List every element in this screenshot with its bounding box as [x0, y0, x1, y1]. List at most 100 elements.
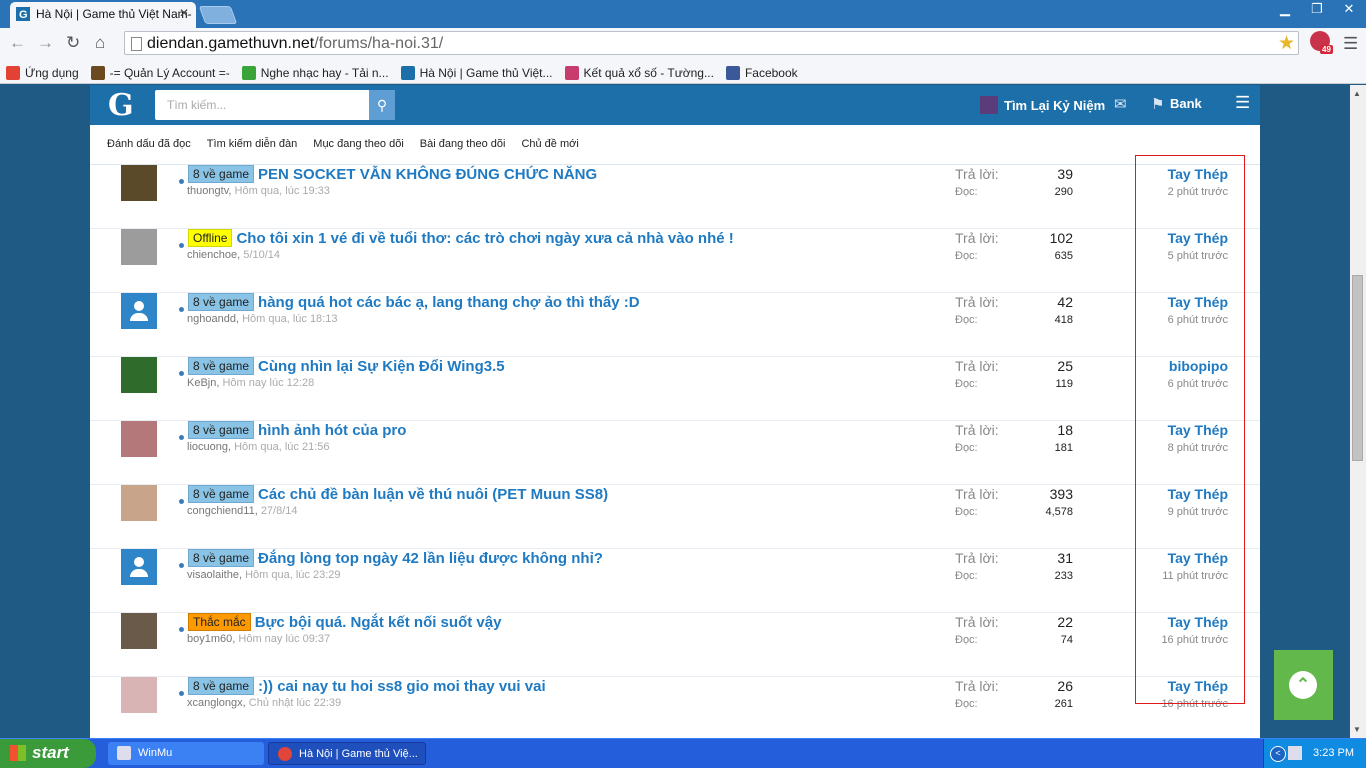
scroll-to-top-button[interactable]: ⌃: [1274, 650, 1333, 720]
forward-arrow-icon[interactable]: →: [37, 33, 54, 53]
thread-author[interactable]: xcanglongx: [187, 697, 243, 709]
thread-date[interactable]: Hôm qua, lúc 21:56: [234, 441, 329, 453]
thread-author-avatar[interactable]: [121, 677, 157, 713]
thread-title-link[interactable]: Bực bội quá. Ngắt kết nối suốt vậy: [255, 614, 502, 631]
reply-count: 39: [1057, 166, 1073, 182]
close-window-icon[interactable]: ✕: [1340, 0, 1358, 18]
thread-prefix-badge[interactable]: 8 về game: [188, 293, 255, 311]
replies-label: Trả lời:: [955, 486, 999, 502]
thread-date[interactable]: Hôm nay lúc 09:37: [238, 633, 330, 645]
inbox-icon[interactable]: ✉: [1114, 95, 1127, 113]
thread-author[interactable]: liocuong: [187, 441, 228, 453]
subnav-link[interactable]: Mục đang theo dõi: [313, 138, 404, 164]
thread-author-avatar[interactable]: [121, 485, 157, 521]
thread-title-link[interactable]: hình ảnh hót của pro: [258, 422, 406, 439]
thread-author-avatar[interactable]: [121, 165, 157, 201]
thread-title-link[interactable]: Cùng nhìn lại Sự Kiện Đổi Wing3.5: [258, 358, 505, 375]
scroll-down-arrow-icon[interactable]: ▼: [1353, 725, 1361, 734]
bookmark-item[interactable]: Nghe nhạc hay - Tải n...: [241, 62, 389, 83]
thread-meta: xcanglongx, Chủ nhật lúc 22:39: [187, 697, 342, 709]
thread-prefix-badge[interactable]: Offline: [188, 229, 233, 247]
reload-icon[interactable]: ↻: [66, 33, 80, 53]
bookmark-item[interactable]: Ứng dụng: [6, 62, 79, 83]
home-icon[interactable]: ⌂: [95, 33, 105, 53]
back-arrow-icon[interactable]: ←: [9, 33, 26, 53]
taskbar-item-chrome[interactable]: Hà Nội | Game thủ Việ...: [268, 742, 426, 765]
thread-title-link[interactable]: Đắng lòng top ngày 42 lần liệu được khôn…: [258, 550, 603, 567]
thread-author[interactable]: chienchoe: [187, 249, 237, 261]
replies-label: Trả lời:: [955, 614, 999, 630]
page-scrollbar[interactable]: ▲ ▼: [1350, 85, 1366, 738]
thread-date[interactable]: Hôm qua, lúc 23:29: [245, 569, 340, 581]
thread-date[interactable]: 27/8/14: [261, 505, 298, 517]
bookmark-star-icon[interactable]: ★: [1278, 32, 1295, 55]
thread-title-link[interactable]: Cho tôi xin 1 vé đi về tuổi thơ: các trò…: [236, 230, 733, 247]
subnav-link[interactable]: Chủ đề mới: [521, 138, 578, 164]
thread-title-link[interactable]: :)) cai nay tu hoi ss8 gio moi thay vui …: [258, 678, 546, 695]
extension-icon[interactable]: 49: [1310, 31, 1333, 54]
subnav-link[interactable]: Tìm kiếm diễn đàn: [207, 138, 297, 164]
thread-date[interactable]: Hôm qua, lúc 19:33: [235, 185, 330, 197]
address-bar[interactable]: diendan.gamethuvn.net/forums/ha-noi.31/ …: [124, 31, 1299, 55]
bank-link[interactable]: Bank: [1170, 96, 1202, 111]
thread-author-avatar[interactable]: [121, 293, 157, 329]
start-button[interactable]: start: [0, 739, 96, 768]
thread-prefix-badge[interactable]: 8 về game: [188, 165, 255, 183]
thread-author-avatar[interactable]: [121, 613, 157, 649]
svg-text:G: G: [19, 9, 28, 21]
thread-title-link[interactable]: Các chủ đề bàn luận về thú nuôi (PET Muu…: [258, 486, 608, 503]
thread-author-avatar[interactable]: [121, 421, 157, 457]
minimize-icon[interactable]: ▁: [1276, 0, 1294, 18]
thread-title-link[interactable]: hàng quá hot các bác ạ, lang thang chợ ả…: [258, 294, 640, 311]
thread-prefix-badge[interactable]: 8 về game: [188, 677, 255, 695]
thread-author[interactable]: congchiend11: [187, 505, 255, 517]
thread-author-avatar[interactable]: [121, 549, 157, 585]
thread-date[interactable]: Chủ nhật lúc 22:39: [249, 697, 341, 709]
thread-author-avatar[interactable]: [121, 357, 157, 393]
thread-row: Thắc mắc Bực bội quá. Ngắt kết nối suốt v…: [90, 613, 1260, 677]
thread-author[interactable]: thuongtv: [187, 185, 228, 197]
user-menu[interactable]: Tìm Lại Kỷ Niệm: [980, 96, 1105, 114]
search-input[interactable]: Tìm kiếm...: [155, 90, 369, 120]
subnav-link[interactable]: Đánh dấu đã đọc: [107, 138, 191, 164]
thread-date[interactable]: 5/10/14: [243, 249, 280, 261]
tray-expand-icon[interactable]: <: [1270, 746, 1286, 762]
chevron-up-icon: ⌃: [1289, 671, 1317, 699]
start-label: start: [32, 743, 69, 762]
alerts-flag-icon[interactable]: ⚑: [1151, 95, 1164, 113]
restore-icon[interactable]: ❐: [1308, 0, 1326, 18]
bookmark-item[interactable]: Facebook: [725, 62, 798, 83]
thread-author[interactable]: visaolaithe: [187, 569, 239, 581]
thread-author-avatar[interactable]: [121, 229, 157, 265]
scroll-up-arrow-icon[interactable]: ▲: [1353, 89, 1361, 98]
subnav-link[interactable]: Bài đang theo dõi: [420, 138, 506, 164]
thread-prefix-badge[interactable]: 8 về game: [188, 485, 255, 503]
thread-author[interactable]: nghoandd: [187, 313, 236, 325]
thread-prefix-badge[interactable]: 8 về game: [188, 357, 255, 375]
scrollbar-thumb[interactable]: [1352, 275, 1363, 461]
site-logo[interactable]: G: [108, 88, 134, 123]
thread-title-link[interactable]: PEN SOCKET VẪN KHÔNG ĐÚNG CHỨC NĂNG: [258, 166, 597, 183]
bookmark-item[interactable]: -= Quản Lý Account =-: [90, 62, 230, 83]
nav-menu-icon[interactable]: ☰: [1235, 93, 1250, 113]
thread-prefix-badge[interactable]: 8 về game: [188, 549, 255, 567]
tray-app-icon[interactable]: [1288, 746, 1302, 760]
unread-dot-icon: [179, 307, 184, 312]
chrome-menu-icon[interactable]: ☰: [1343, 34, 1358, 54]
taskbar-item-winmu[interactable]: WinMu: [108, 742, 264, 765]
unread-dot-icon: [179, 179, 184, 184]
bookmark-item[interactable]: Kết quả xổ số - Tường...: [564, 62, 714, 83]
thread-author[interactable]: KeBjn: [187, 377, 216, 389]
search-button[interactable]: ⚲: [369, 90, 395, 120]
thread-prefix-badge[interactable]: 8 về game: [188, 421, 255, 439]
bookmark-item[interactable]: Hà Nội | Game thủ Việt...: [400, 62, 553, 83]
thread-meta: KeBjn, Hôm nay lúc 12:28: [187, 377, 315, 389]
tab-title: Hà Nội | Game thủ Việt Nam-: [36, 7, 192, 21]
browser-tab[interactable]: G Hà Nội | Game thủ Việt Nam- ✕: [10, 2, 196, 28]
thread-prefix-badge[interactable]: Thắc mắc: [188, 613, 251, 631]
thread-date[interactable]: Hôm nay lúc 12:28: [222, 377, 314, 389]
thread-date[interactable]: Hôm qua, lúc 18:13: [242, 313, 337, 325]
tab-close-icon[interactable]: ✕: [179, 6, 189, 20]
thread-author[interactable]: boy1m60: [187, 633, 232, 645]
new-tab-button[interactable]: [198, 6, 238, 24]
